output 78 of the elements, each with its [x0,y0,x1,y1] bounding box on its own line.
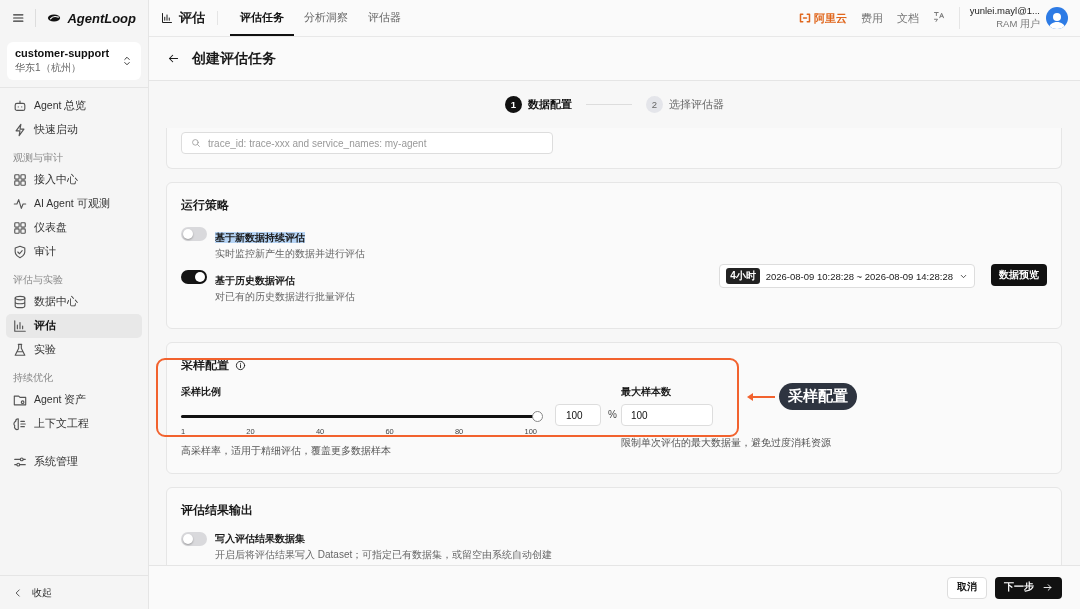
nav-item[interactable]: Agent 资产 [6,388,142,412]
section-heading: 观测与审计 [12,151,64,165]
nav-item[interactable]: Agent 总览 [6,94,142,118]
nav-item[interactable]: AI Agent 可观测 [6,192,142,216]
sliders-icon [13,455,27,469]
robot-icon [13,99,27,113]
nav-item[interactable]: 审计 [6,240,142,264]
header-link[interactable]: 费用 [860,10,883,26]
preview-button[interactable]: 数据预览 [991,264,1047,286]
translate-icon [932,11,945,23]
slider-thumb[interactable] [532,411,543,422]
callout-label: 采样配置 [779,383,857,410]
nav-tab[interactable]: 分析洞察 [294,0,358,36]
back-arrow-icon [167,52,180,65]
database-icon [13,295,27,309]
next-button[interactable]: 下一步 [995,576,1062,599]
arrow-right-icon [1042,582,1053,593]
grid-icon [13,221,27,235]
hint-text: 高采样率，适用于精细评估，覆盖更多数据样本 [181,444,391,458]
section-heading: 持续优化 [12,371,54,385]
option-description: 开启后将评估结果写入 Dataset；可指定已有数据集，或留空由系统自动创建 [215,548,554,562]
search-icon [191,138,201,148]
page-title: 创建评估任务 [192,49,276,68]
ratio-input[interactable]: 100 [555,404,601,426]
nav-item[interactable]: 仪表盘 [6,216,142,240]
nav-tab[interactable]: 评估器 [358,0,411,36]
field-label: 最大样本数 [621,385,671,399]
option-description: 实时监控新产生的数据并进行评估 [215,247,366,261]
info-icon [235,360,246,371]
bar-chart-icon [161,12,173,24]
wizard-step[interactable]: 2 选择评估器 [646,96,724,113]
search-field[interactable]: trace_id: trace-xxx and service_names: my-agent [181,132,553,154]
project-selector[interactable]: customer-support 华东1（杭州） [7,42,141,80]
section-heading: 评估与实验 [12,273,64,287]
bracket-logo-icon [797,12,812,24]
wizard-step[interactable]: 1 数据配置 [505,96,572,113]
chevron-up-down-icon [121,55,133,67]
time-range-picker[interactable]: 4小时 2026-08-09 10:28:28 ~ 2026-08-09 14:28:28 [719,264,975,288]
folder-icon [13,393,27,407]
flask-icon [13,343,27,357]
bar-chart-icon [13,319,27,333]
option-label: 基于历史数据评估 [215,275,295,286]
nav-item[interactable]: 评估 [6,314,142,338]
section-heading: 评估结果输出 [181,503,254,518]
header-link[interactable]: 文档 [896,10,919,26]
user-role: RAM 用户 [995,18,1040,31]
nav-item[interactable]: 数据中心 [6,290,142,314]
lightning-icon [13,123,27,137]
field-label: 采样比例 [181,385,221,399]
nav-item[interactable]: 实验 [6,338,142,362]
toggle-switch[interactable] [181,532,207,546]
grid-icon [13,173,27,187]
toggle-switch[interactable] [181,227,207,241]
option-label: 基于新数据持续评估 [215,232,305,243]
brain-icon [13,417,27,431]
hint-text: 限制单次评估的最大数据量，避免过度消耗资源 [621,436,831,450]
nav-item[interactable]: 系统管理 [6,450,142,474]
section-heading: 运行策略 [181,198,230,213]
pulse-icon [13,197,27,211]
brand-name: AgentLoop [67,10,136,26]
chevron-left-icon [13,587,23,598]
section-title: 评估 [179,9,205,27]
unit-label: % [608,409,617,420]
nav-item[interactable]: 上下文工程 [6,412,142,436]
nav-item[interactable]: 快速启动 [6,118,142,142]
menu-icon [12,11,25,25]
person-silhouette-icon [1049,11,1065,29]
avatar[interactable] [1046,7,1068,29]
shield-icon [13,245,27,259]
option-label: 写入评估结果数据集 [215,532,306,546]
max-samples-input[interactable]: 100 [621,404,713,426]
user-name: yunlei.mayl@1... [969,5,1040,16]
toggle-switch[interactable] [181,270,207,284]
collapse-button[interactable]: 收起 [0,575,148,609]
option-description: 对已有的历史数据进行批量评估 [215,290,356,304]
nav-item[interactable]: 接入中心 [6,168,142,192]
callout-arrow [747,392,775,401]
cancel-button[interactable]: 取消 [947,576,987,599]
